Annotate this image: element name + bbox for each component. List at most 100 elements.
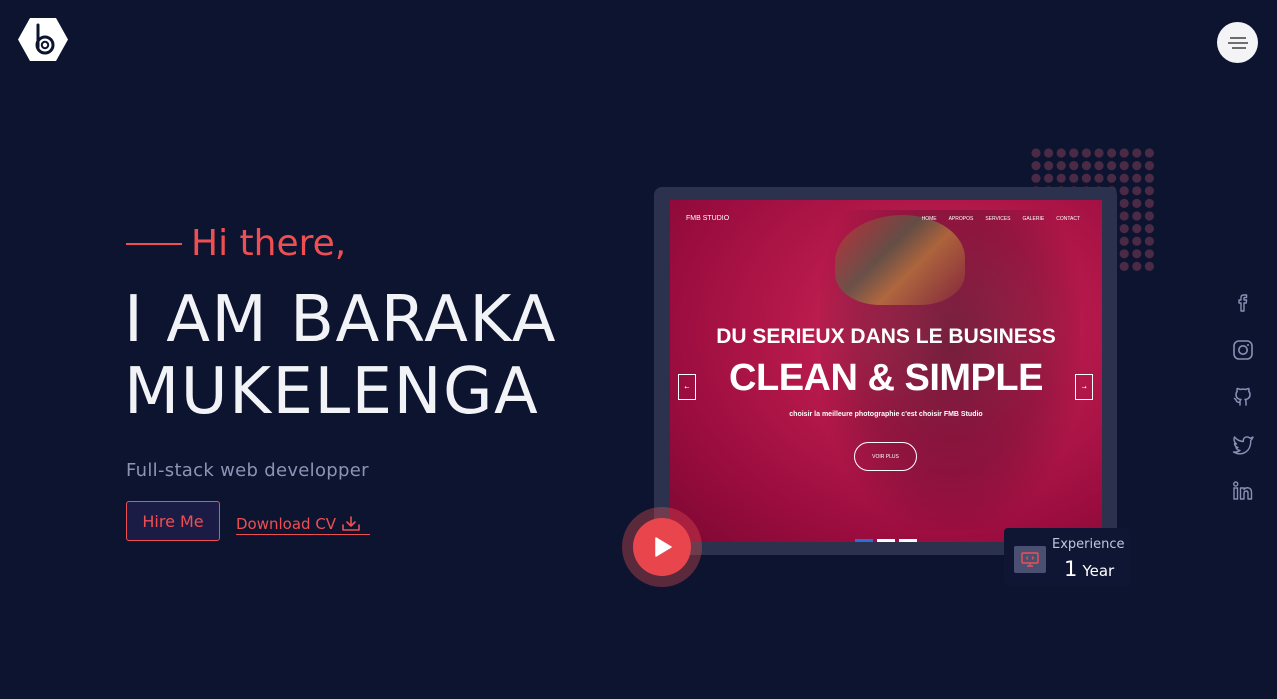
decorative-dot [1119, 224, 1129, 234]
hexagon-b-logo-icon [18, 18, 68, 61]
decorative-dot [1144, 211, 1154, 221]
decorative-dot [1132, 261, 1142, 271]
preview-site-brand: FMB STUDIO [686, 215, 730, 222]
decorative-dot [1144, 261, 1154, 271]
preview-site-nav: HOME APROPOS SERVICES GALERIE CONTACT [922, 216, 1080, 222]
experience-value: 1 Year [1064, 557, 1114, 581]
decorative-dot [1132, 236, 1142, 246]
preview-nav-item: APROPOS [948, 216, 974, 222]
decorative-dot [1031, 173, 1041, 183]
social-links [1232, 292, 1254, 527]
decorative-dot [1119, 148, 1129, 158]
hero-name-line1: I AM BARAKA [124, 283, 558, 357]
preview-nav-item: GALERIE [1022, 216, 1045, 222]
greeting-line [126, 243, 182, 245]
decorative-dot [1119, 236, 1129, 246]
experience-icon-box [1014, 546, 1046, 573]
decorative-dot [1056, 148, 1066, 158]
download-cv-label: Download CV [236, 515, 337, 533]
linkedin-icon [1233, 481, 1253, 500]
decorative-dot [1094, 148, 1104, 158]
hire-me-button[interactable]: Hire Me [126, 501, 220, 541]
decorative-dot [1144, 161, 1154, 171]
greeting-text: Hi there, [191, 223, 347, 264]
hero-name: I AM BARAKA MUKELENGA [124, 284, 644, 428]
github-icon [1233, 387, 1251, 406]
decorative-dot [1132, 224, 1142, 234]
decorative-dot [1144, 236, 1154, 246]
preview-slider-dot [899, 539, 917, 542]
preview-slider-dots [855, 539, 917, 542]
decorative-dot [1144, 224, 1154, 234]
decorative-dot [1144, 173, 1154, 183]
decorative-dot [1132, 211, 1142, 221]
decorative-dot [1069, 161, 1079, 171]
greeting: Hi there, [126, 222, 346, 266]
decorative-dot [1144, 249, 1154, 259]
play-button-inner [633, 518, 691, 576]
decorative-dot [1144, 148, 1154, 158]
preview-next-arrow: → [1075, 374, 1093, 400]
preview-site-button: VOIR PLUS [854, 442, 917, 471]
hamburger-menu-icon [1227, 36, 1248, 49]
decorative-dot [1132, 186, 1142, 196]
decorative-dot [1107, 161, 1117, 171]
decorative-dot [1144, 186, 1154, 196]
experience-label: Experience [1052, 537, 1125, 552]
instagram-link[interactable] [1232, 339, 1254, 361]
decorative-dot [1119, 211, 1129, 221]
decorative-dot [1081, 148, 1091, 158]
play-icon [655, 537, 672, 557]
decorative-dot [1094, 161, 1104, 171]
download-icon [342, 516, 360, 531]
logo[interactable] [18, 17, 68, 62]
decorative-dot [1119, 173, 1129, 183]
linkedin-link[interactable] [1232, 480, 1254, 502]
decorative-dot [1044, 173, 1054, 183]
decorative-dot [1094, 173, 1104, 183]
preview-prev-arrow: ← [678, 374, 696, 400]
decorative-dot [1056, 161, 1066, 171]
decorative-dot [1056, 173, 1066, 183]
instagram-icon [1233, 340, 1253, 360]
decorative-dot [1132, 161, 1142, 171]
decorative-dot [1031, 148, 1041, 158]
decorative-dot [1119, 186, 1129, 196]
preview-site-headline: CLEAN & SIMPLE [729, 357, 1043, 399]
twitter-icon [1232, 436, 1254, 455]
menu-button[interactable] [1217, 22, 1258, 63]
decorative-dot [1132, 249, 1142, 259]
download-cv-link[interactable]: Download CV [236, 514, 371, 535]
decorative-dot [1081, 161, 1091, 171]
hero-name-line2: MUKELENGA [124, 355, 540, 429]
preview-photo-scarf [835, 215, 965, 305]
preview-site-tagline: choisir la meilleure photographie c'est … [789, 411, 983, 418]
decorative-dot [1119, 261, 1129, 271]
preview-site-subheadline: DU SERIEUX DANS LE BUSINESS [716, 325, 1056, 348]
preview-slider-dot [855, 539, 873, 542]
decorative-dot [1044, 161, 1054, 171]
facebook-icon [1238, 294, 1248, 312]
decorative-dot [1107, 173, 1117, 183]
decorative-dot [1044, 148, 1054, 158]
decorative-dot [1144, 198, 1154, 208]
decorative-dot [1031, 161, 1041, 171]
preview-slider-dot [877, 539, 895, 542]
decorative-dot [1132, 198, 1142, 208]
twitter-link[interactable] [1232, 433, 1254, 455]
decorative-dot [1132, 148, 1142, 158]
preview-nav-item: HOME [921, 216, 937, 222]
preview-nav-item: SERVICES [985, 216, 1011, 222]
experience-number: 1 [1064, 557, 1078, 581]
play-video-button[interactable] [622, 507, 702, 587]
facebook-link[interactable] [1232, 292, 1254, 314]
hero-role: Full-stack web developper [126, 460, 369, 481]
decorative-dot [1119, 198, 1129, 208]
experience-card: Experience 1 Year [1004, 528, 1130, 586]
project-preview-screenshot[interactable]: FMB STUDIO HOME APROPOS SERVICES GALERIE… [670, 200, 1102, 542]
decorative-dot [1107, 148, 1117, 158]
decorative-dot [1119, 161, 1129, 171]
decorative-dot [1132, 173, 1142, 183]
monitor-code-icon [1021, 552, 1039, 567]
github-link[interactable] [1232, 386, 1254, 408]
